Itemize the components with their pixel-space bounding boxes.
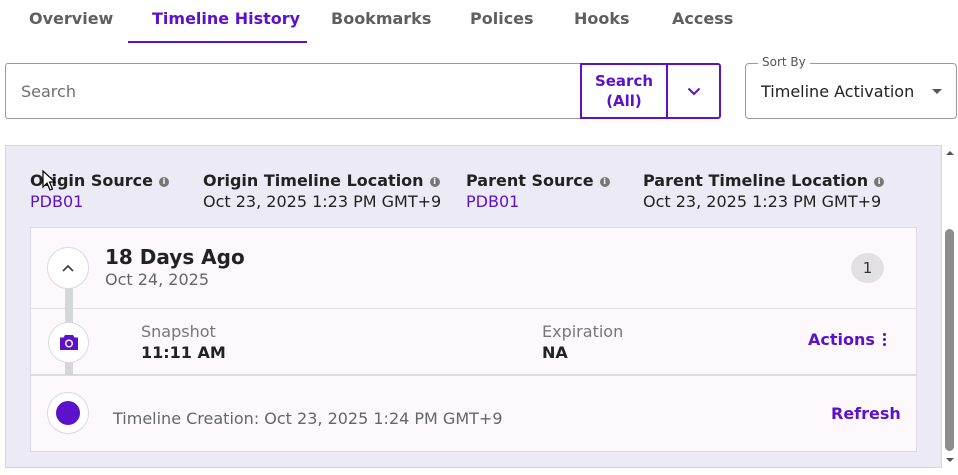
sort-by-select[interactable]: Sort By Timeline Activation [745,55,957,119]
tab-overview[interactable]: Overview [29,9,113,28]
search-scope-dropdown-button[interactable] [666,63,721,119]
chevron-up-icon [62,264,74,272]
parent-timeline-location-label: Parent Timeline Location i [643,171,885,190]
tab-polices[interactable]: Polices [470,9,534,28]
mouse-pointer-icon [42,170,56,191]
snapshot-type-label: Snapshot [141,322,216,341]
scroll-down-arrow-icon[interactable] [944,455,956,465]
tab-bookmarks[interactable]: Bookmarks [331,9,431,28]
info-icon[interactable]: i [874,177,885,187]
search-input[interactable] [6,64,581,118]
camera-icon [59,335,78,350]
group-date: Oct 24, 2025 [105,270,209,289]
caret-down-icon [932,89,942,94]
filled-circle-icon [56,401,80,425]
refresh-button[interactable]: Refresh [831,404,901,423]
sort-by-label: Sort By [758,55,810,69]
tab-bar: Overview Timeline History Bookmarks Poli… [0,0,958,44]
tab-hooks[interactable]: Hooks [574,9,630,28]
info-icon[interactable]: i [429,177,440,187]
tab-access[interactable]: Access [672,9,733,28]
tab-timeline-history[interactable]: Timeline History [152,9,300,28]
parent-source-label: Parent Source i [466,171,610,190]
scrollbar-thumb[interactable] [945,229,954,451]
parent-timeline-location-value: Oct 23, 2025 1:23 PM GMT+9 [643,192,882,211]
search-scope-label: (All) [606,92,642,110]
scroll-up-arrow-icon[interactable] [944,148,956,158]
divider [31,308,916,309]
active-tab-indicator [128,41,307,43]
expiration-value: NA [542,343,568,362]
origin-timeline-location-label: Origin Timeline Location i [203,171,440,190]
collapse-group-button[interactable] [47,247,89,289]
info-icon[interactable]: i [159,177,170,187]
count-badge: 1 [851,253,884,283]
search-field [5,63,581,119]
info-icon[interactable]: i [599,177,610,187]
search-all-button[interactable]: Search (All) [580,63,668,119]
timeline-creation-node [47,392,89,434]
snapshot-node [48,322,89,363]
parent-source-link[interactable]: PDB01 [466,192,519,211]
sort-by-value: Timeline Activation [761,82,915,101]
origin-timeline-location-value: Oct 23, 2025 1:23 PM GMT+9 [203,192,442,211]
actions-button[interactable]: Actions [808,330,875,349]
kebab-menu-icon[interactable] [879,333,889,347]
search-button-label: Search [594,72,654,90]
origin-source-link[interactable]: PDB01 [30,192,83,211]
chevron-down-icon [687,87,700,95]
timeline-creation-text: Timeline Creation: Oct 23, 2025 1:24 PM … [113,409,503,428]
snapshot-time: 11:11 AM [141,343,226,362]
group-title: 18 Days Ago [105,245,245,269]
expiration-label: Expiration [542,322,624,341]
